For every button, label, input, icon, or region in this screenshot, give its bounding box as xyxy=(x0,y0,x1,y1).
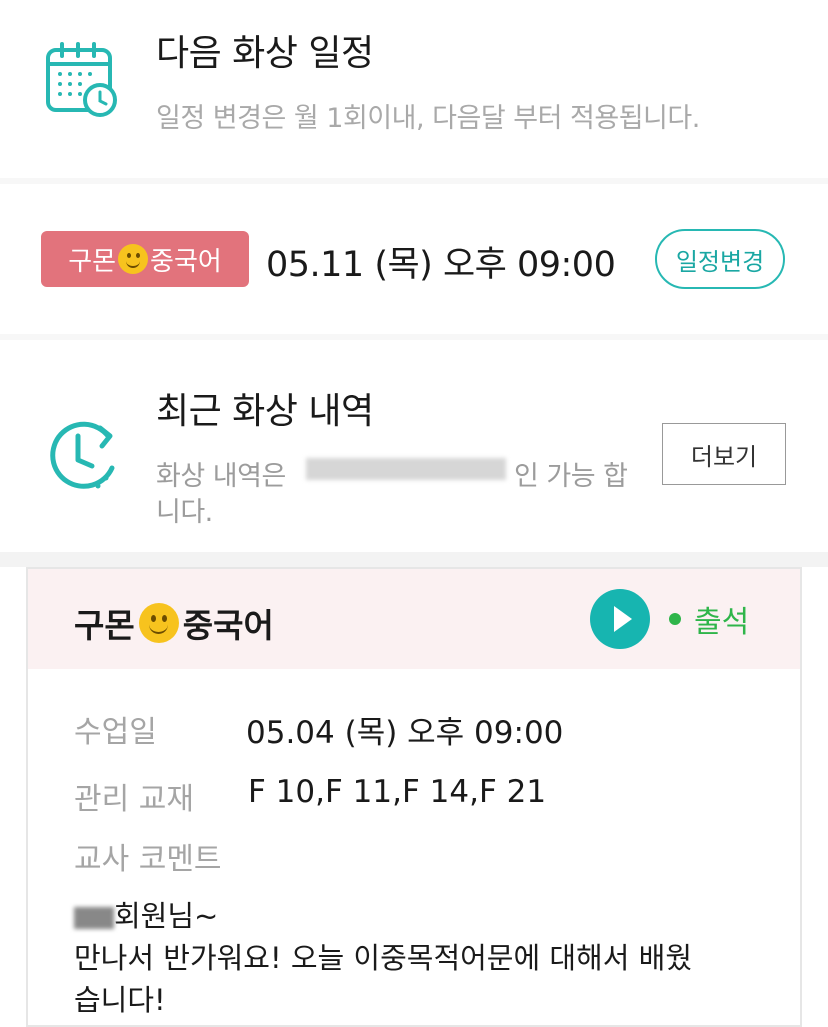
recent-history-section: 최근 화상 내역 화상 내역은 인 가능 합 니다. 더보기 xyxy=(0,340,828,552)
comment-line-1: 회원님~ xyxy=(74,895,774,937)
status-dot-icon xyxy=(669,613,681,625)
next-schedule-section: 다음 화상 일정 일정 변경은 월 1회이내, 다음달 부터 적용됩니다. xyxy=(0,0,828,178)
class-date-value: 05.04 (목) 오후 09:00 xyxy=(246,715,564,751)
next-schedule-title: 다음 화상 일정 xyxy=(156,33,374,74)
redacted-name xyxy=(74,907,114,929)
recent-history-title: 최근 화상 내역 xyxy=(156,391,374,432)
more-button[interactable]: 더보기 xyxy=(662,423,786,485)
change-schedule-button[interactable]: 일정변경 xyxy=(655,229,785,289)
comment-line-3: 습니다! xyxy=(74,983,166,1017)
teacher-comment: 회원님~ 만나서 반가워요! 오늘 이중목적어문에 대해서 배웠 습니다! xyxy=(74,895,774,1021)
upcoming-class-row: 구몬 중국어 05.11 (목) 오후 09:00 일정변경 xyxy=(0,184,828,334)
material-label: 관리 교재 xyxy=(74,782,194,817)
recent-history-subtitle-start: 화상 내역은 xyxy=(156,461,286,492)
comment-line-2: 만나서 반가워요! 오늘 이중목적어문에 대해서 배웠 xyxy=(74,941,692,975)
play-replay-button[interactable] xyxy=(590,589,650,649)
recent-history-subtitle-line2: 니다. xyxy=(156,497,213,528)
class-date-label: 수업일 xyxy=(74,715,157,750)
subject-badge: 구몬 중국어 xyxy=(41,231,249,287)
redacted-text xyxy=(306,458,506,480)
comment-label: 교사 코멘트 xyxy=(74,842,222,877)
next-schedule-subtitle: 일정 변경은 월 1회이내, 다음달 부터 적용됩니다. xyxy=(156,103,700,134)
upcoming-datetime: 05.11 (목) 오후 09:00 xyxy=(266,245,616,285)
badge-label-left: 구몬 xyxy=(68,246,117,277)
smiley-icon xyxy=(118,244,149,274)
card-title-right: 중국어 xyxy=(182,606,274,645)
badge-label-right: 중국어 xyxy=(150,246,222,277)
attendance-status: 출석 xyxy=(694,605,750,640)
material-value: F 10,F 11,F 14,F 21 xyxy=(248,774,547,810)
history-card: 구몬 중국어 출석 수업일 05.04 (목) 오후 09:00 관리 교재 F… xyxy=(26,567,802,1027)
comment-greeting: 회원님~ xyxy=(114,899,219,933)
recent-history-subtitle-end: 인 가능 합 xyxy=(514,461,628,492)
divider xyxy=(0,552,828,567)
smiley-icon xyxy=(138,603,179,643)
card-title-left: 구몬 xyxy=(74,606,135,645)
calendar-clock-icon xyxy=(46,42,117,117)
history-clock-icon xyxy=(50,421,115,489)
card-title: 구몬 중국어 xyxy=(74,599,274,647)
card-header: 구몬 중국어 출석 xyxy=(28,569,800,669)
